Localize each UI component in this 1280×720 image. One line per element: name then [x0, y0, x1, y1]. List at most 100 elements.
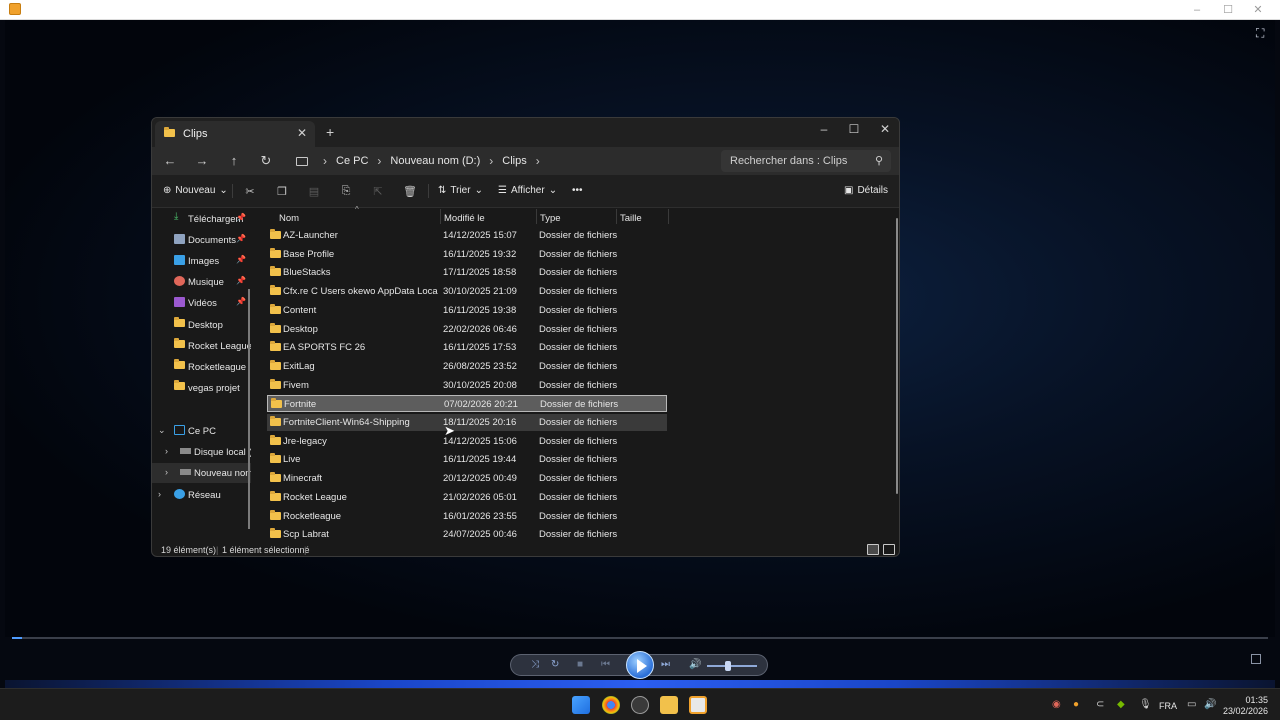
cut-icon[interactable]: ✂	[243, 185, 257, 198]
stop-icon[interactable]: ■	[577, 659, 583, 670]
tray-app-icon[interactable]: ⊂	[1096, 699, 1104, 710]
close-tab-icon[interactable]: ✕	[297, 126, 307, 140]
window-maximize-icon[interactable]: ☐	[844, 122, 864, 136]
start-icon[interactable]	[572, 696, 590, 714]
copy-icon[interactable]: ❐	[275, 185, 289, 198]
breadcrumb[interactable]: › Ce PC › Nouveau nom (D:) › Clips ›	[286, 150, 714, 172]
volume-knob[interactable]	[725, 661, 731, 671]
file-row[interactable]: Base Profile 16/11/2025 19:32 Dossier de f…	[267, 246, 667, 263]
fullscreen-icon[interactable]: ⛶	[1256, 26, 1268, 40]
rename-icon[interactable]: ⎘	[339, 185, 353, 198]
media-player-taskbar-icon[interactable]	[689, 696, 707, 714]
nav-item-desktop[interactable]: Desktop	[152, 315, 251, 335]
forward-icon[interactable]: →	[194, 153, 210, 168]
file-explorer-icon[interactable]	[660, 696, 678, 714]
nav-scrollbar[interactable]	[248, 289, 250, 529]
nav-item-new-drive[interactable]: › Nouveau nom	[152, 463, 251, 483]
breadcrumb-drive[interactable]: Nouveau nom (D:)	[390, 155, 480, 167]
chrome-icon[interactable]	[602, 696, 620, 714]
file-row[interactable]: EA SPORTS FC 26 16/11/2025 17:53 Dossier d…	[267, 339, 667, 356]
volume-icon[interactable]: 🔊	[689, 659, 701, 670]
tray-app-icon[interactable]: ●	[1073, 699, 1079, 710]
file-row[interactable]: Cfx.re C Users okewo AppData Local Fiv..…	[267, 283, 667, 300]
nav-item-music[interactable]: Musique 📌	[152, 272, 251, 292]
next-icon[interactable]: ⏭	[661, 659, 670, 670]
sort-button[interactable]: ⇅ Trier ⌄	[438, 185, 483, 196]
window-close-icon[interactable]: ✕	[875, 122, 895, 136]
more-options-icon[interactable]: •••	[572, 185, 583, 196]
switch-view-icon[interactable]	[1251, 654, 1261, 664]
file-row[interactable]: BlueStacks 17/11/2025 18:58 Dossier de fic…	[267, 264, 667, 281]
breadcrumb-this-pc[interactable]: Ce PC	[336, 155, 368, 167]
column-name[interactable]: Nom	[279, 213, 299, 224]
file-row[interactable]: Live 16/11/2025 19:44 Dossier de fichiers	[267, 451, 667, 468]
refresh-icon[interactable]: ↻	[258, 153, 274, 169]
details-view-icon[interactable]	[867, 544, 879, 555]
file-row[interactable]: AZ-Launcher 14/12/2025 15:07 Dossier de fi…	[267, 227, 667, 244]
file-row[interactable]: Desktop 22/02/2026 06:46 Dossier de fichie…	[267, 321, 667, 338]
column-divider[interactable]	[440, 209, 441, 224]
column-divider[interactable]	[536, 209, 537, 224]
tab-clips[interactable]: Clips ✕	[155, 121, 315, 147]
nav-item-images[interactable]: Images 📌	[152, 251, 251, 271]
file-row[interactable]: Scp Labrat 24/07/2025 00:46 Dossier de fic…	[267, 526, 667, 543]
breadcrumb-clips[interactable]: Clips	[502, 155, 526, 167]
back-icon[interactable]: ←	[162, 153, 178, 168]
volume-slider[interactable]	[707, 665, 757, 667]
maximize-button[interactable]: ☐	[1213, 2, 1243, 18]
tray-app-icon[interactable]: ◉	[1052, 699, 1061, 710]
nav-item-rocket-league[interactable]: Rocket League	[152, 336, 251, 356]
network-status-icon[interactable]: ▭	[1187, 699, 1196, 710]
nav-item-this-pc[interactable]: ⌄ Ce PC	[152, 421, 251, 441]
previous-icon[interactable]: ⏮	[601, 659, 610, 670]
file-row[interactable]: Rocketleague 16/01/2026 23:55 Dossier de f…	[267, 508, 667, 525]
column-modified[interactable]: Modifié le	[444, 213, 485, 224]
obs-icon[interactable]	[631, 696, 649, 714]
file-row[interactable]: FortniteClient-Win64-Shipping 18/11/2025 …	[267, 414, 667, 431]
language-indicator[interactable]: FRA	[1159, 701, 1177, 711]
column-type[interactable]: Type	[540, 213, 561, 224]
nav-item-network[interactable]: › Réseau	[152, 485, 251, 505]
view-button[interactable]: ☰ Afficher ⌄	[498, 185, 557, 196]
search-input[interactable]: Rechercher dans : Clips ⚲	[721, 150, 891, 172]
nav-item-downloads[interactable]: ⤓ Téléchargem 📌	[152, 209, 251, 229]
new-tab-icon[interactable]: +	[326, 124, 334, 140]
tiles-view-icon[interactable]	[883, 544, 895, 555]
clock-time[interactable]: 01:35	[1222, 695, 1268, 705]
share-icon[interactable]: ⇱	[371, 185, 385, 198]
file-row[interactable]: Fivem 30/10/2025 20:08 Dossier de fichiers	[267, 377, 667, 394]
up-icon[interactable]: ↑	[226, 153, 242, 168]
shuffle-icon[interactable]: ⤨	[531, 659, 539, 670]
file-row[interactable]: Fortnite 07/02/2026 20:21 Dossier de fichi…	[267, 395, 667, 413]
file-list-scrollbar[interactable]	[896, 218, 898, 494]
file-row[interactable]: ExitLag 26/08/2025 23:52 Dossier de fichie…	[267, 358, 667, 375]
file-row[interactable]: Minecraft 20/12/2025 00:49 Dossier de fich…	[267, 470, 667, 487]
nvidia-icon[interactable]: ◆	[1117, 699, 1125, 710]
column-divider[interactable]	[668, 209, 669, 224]
repeat-icon[interactable]: ↻	[551, 659, 559, 670]
nav-item-local-disk[interactable]: › Disque local (C	[152, 442, 251, 462]
column-divider[interactable]	[616, 209, 617, 224]
close-button[interactable]: ✕	[1243, 2, 1273, 18]
window-minimize-icon[interactable]: –	[814, 122, 834, 136]
details-button[interactable]: ▣ Détails	[844, 185, 888, 196]
file-type: Dossier de fichiers	[539, 473, 618, 485]
nav-item-documents[interactable]: Documents 📌	[152, 230, 251, 250]
file-row[interactable]: Content 16/11/2025 19:38 Dossier de fichie…	[267, 302, 667, 319]
file-row[interactable]: Rocket League 21/02/2026 05:01 Dossier de …	[267, 489, 667, 506]
file-row[interactable]: Jre-legacy 14/12/2025 15:06 Dossier de fic…	[267, 433, 667, 450]
paste-icon[interactable]: ▤	[307, 185, 321, 198]
navigation-pane: ⤓ Téléchargem 📌 Documents 📌 Images 📌 Mus…	[152, 209, 251, 531]
play-button[interactable]	[626, 651, 654, 679]
seek-bar[interactable]	[12, 637, 1268, 639]
clock-date[interactable]: 23/02/2026	[1222, 706, 1268, 716]
delete-icon[interactable]: 🗑	[403, 185, 417, 198]
new-button[interactable]: ⊕ Nouveau ⌄	[163, 185, 228, 196]
column-size[interactable]: Taille	[620, 213, 642, 224]
nav-item-rocketleague[interactable]: Rocketleague	[152, 357, 251, 377]
microphone-icon[interactable]: 🎙	[1139, 699, 1152, 710]
minimize-button[interactable]: –	[1182, 2, 1212, 18]
nav-item-videos[interactable]: Vidéos 📌	[152, 293, 251, 313]
volume-tray-icon[interactable]: 🔊	[1204, 699, 1216, 710]
nav-item-vegas-projet[interactable]: vegas projet	[152, 378, 251, 398]
